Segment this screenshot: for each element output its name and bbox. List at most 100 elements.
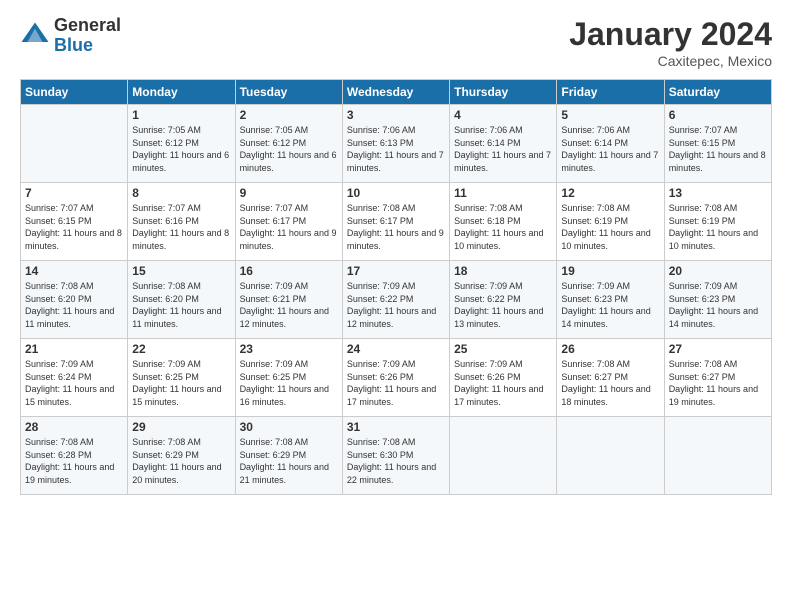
day-number: 28 bbox=[25, 420, 123, 434]
calendar-cell: 2 Sunrise: 7:05 AMSunset: 6:12 PMDaylight… bbox=[235, 105, 342, 183]
weekday-header-monday: Monday bbox=[128, 80, 235, 105]
day-number: 24 bbox=[347, 342, 445, 356]
weekday-header-friday: Friday bbox=[557, 80, 664, 105]
day-info: Sunrise: 7:09 AMSunset: 6:22 PMDaylight:… bbox=[454, 280, 552, 330]
day-info: Sunrise: 7:09 AMSunset: 6:24 PMDaylight:… bbox=[25, 358, 123, 408]
day-number: 10 bbox=[347, 186, 445, 200]
calendar-cell: 18 Sunrise: 7:09 AMSunset: 6:22 PMDayligh… bbox=[450, 261, 557, 339]
calendar-cell: 7Sunrise: 7:07 AMSunset: 6:15 PMDaylight… bbox=[21, 183, 128, 261]
day-info: Sunrise: 7:08 AMSunset: 6:19 PMDaylight:… bbox=[561, 202, 659, 252]
calendar-cell: 15 Sunrise: 7:08 AMSunset: 6:20 PMDayligh… bbox=[128, 261, 235, 339]
calendar-cell: 11 Sunrise: 7:08 AMSunset: 6:18 PMDayligh… bbox=[450, 183, 557, 261]
day-info: Sunrise: 7:08 AMSunset: 6:28 PMDaylight:… bbox=[25, 436, 123, 486]
day-number: 12 bbox=[561, 186, 659, 200]
day-number: 20 bbox=[669, 264, 767, 278]
calendar-cell: 25Sunrise: 7:09 AMSunset: 6:26 PMDayligh… bbox=[450, 339, 557, 417]
logo-text: General Blue bbox=[54, 16, 121, 56]
day-info: Sunrise: 7:09 AMSunset: 6:21 PMDaylight:… bbox=[240, 280, 338, 330]
calendar-cell bbox=[450, 417, 557, 495]
day-number: 2 bbox=[240, 108, 338, 122]
day-number: 6 bbox=[669, 108, 767, 122]
day-number: 11 bbox=[454, 186, 552, 200]
calendar-cell bbox=[664, 417, 771, 495]
day-info: Sunrise: 7:08 AMSunset: 6:29 PMDaylight:… bbox=[132, 436, 230, 486]
day-info: Sunrise: 7:07 AMSunset: 6:16 PMDaylight:… bbox=[132, 202, 230, 252]
day-number: 22 bbox=[132, 342, 230, 356]
day-number: 3 bbox=[347, 108, 445, 122]
day-info: Sunrise: 7:05 AMSunset: 6:12 PMDaylight:… bbox=[132, 124, 230, 174]
day-info: Sunrise: 7:08 AMSunset: 6:20 PMDaylight:… bbox=[132, 280, 230, 330]
logo-blue-text: Blue bbox=[54, 36, 121, 56]
day-info: Sunrise: 7:08 AMSunset: 6:29 PMDaylight:… bbox=[240, 436, 338, 486]
day-number: 26 bbox=[561, 342, 659, 356]
day-info: Sunrise: 7:08 AMSunset: 6:27 PMDaylight:… bbox=[561, 358, 659, 408]
day-info: Sunrise: 7:08 AMSunset: 6:17 PMDaylight:… bbox=[347, 202, 445, 252]
week-row-2: 14 Sunrise: 7:08 AMSunset: 6:20 PMDayligh… bbox=[21, 261, 772, 339]
header: General Blue January 2024 Caxitepec, Mex… bbox=[20, 16, 772, 69]
day-number: 13 bbox=[669, 186, 767, 200]
calendar-cell: 3Sunrise: 7:06 AMSunset: 6:13 PMDaylight… bbox=[342, 105, 449, 183]
calendar-cell: 16 Sunrise: 7:09 AMSunset: 6:21 PMDayligh… bbox=[235, 261, 342, 339]
calendar-cell: 20 Sunrise: 7:09 AMSunset: 6:23 PMDayligh… bbox=[664, 261, 771, 339]
weekday-header-wednesday: Wednesday bbox=[342, 80, 449, 105]
calendar-cell bbox=[557, 417, 664, 495]
calendar-cell: 8 Sunrise: 7:07 AMSunset: 6:16 PMDaylight… bbox=[128, 183, 235, 261]
day-number: 21 bbox=[25, 342, 123, 356]
day-number: 23 bbox=[240, 342, 338, 356]
day-info: Sunrise: 7:08 AMSunset: 6:18 PMDaylight:… bbox=[454, 202, 552, 252]
calendar-cell: 31Sunrise: 7:08 AMSunset: 6:30 PMDayligh… bbox=[342, 417, 449, 495]
calendar-cell: 14Sunrise: 7:08 AMSunset: 6:20 PMDayligh… bbox=[21, 261, 128, 339]
calendar-cell: 26 Sunrise: 7:08 AMSunset: 6:27 PMDayligh… bbox=[557, 339, 664, 417]
page: General Blue January 2024 Caxitepec, Mex… bbox=[0, 0, 792, 612]
calendar-cell: 23 Sunrise: 7:09 AMSunset: 6:25 PMDayligh… bbox=[235, 339, 342, 417]
day-number: 17 bbox=[347, 264, 445, 278]
calendar-cell: 24Sunrise: 7:09 AMSunset: 6:26 PMDayligh… bbox=[342, 339, 449, 417]
day-number: 16 bbox=[240, 264, 338, 278]
week-row-1: 7Sunrise: 7:07 AMSunset: 6:15 PMDaylight… bbox=[21, 183, 772, 261]
day-number: 4 bbox=[454, 108, 552, 122]
day-info: Sunrise: 7:06 AMSunset: 6:14 PMDaylight:… bbox=[454, 124, 552, 174]
day-number: 14 bbox=[25, 264, 123, 278]
week-row-4: 28 Sunrise: 7:08 AMSunset: 6:28 PMDayligh… bbox=[21, 417, 772, 495]
day-number: 29 bbox=[132, 420, 230, 434]
day-number: 30 bbox=[240, 420, 338, 434]
weekday-header-tuesday: Tuesday bbox=[235, 80, 342, 105]
day-number: 8 bbox=[132, 186, 230, 200]
calendar-cell: 21 Sunrise: 7:09 AMSunset: 6:24 PMDayligh… bbox=[21, 339, 128, 417]
day-number: 9 bbox=[240, 186, 338, 200]
calendar-cell: 17 Sunrise: 7:09 AMSunset: 6:22 PMDayligh… bbox=[342, 261, 449, 339]
logo: General Blue bbox=[20, 16, 121, 56]
weekday-header-thursday: Thursday bbox=[450, 80, 557, 105]
day-number: 5 bbox=[561, 108, 659, 122]
calendar-cell: 6Sunrise: 7:07 AMSunset: 6:15 PMDaylight… bbox=[664, 105, 771, 183]
day-number: 31 bbox=[347, 420, 445, 434]
day-info: Sunrise: 7:07 AMSunset: 6:17 PMDaylight:… bbox=[240, 202, 338, 252]
day-number: 15 bbox=[132, 264, 230, 278]
day-number: 19 bbox=[561, 264, 659, 278]
week-row-0: 1 Sunrise: 7:05 AMSunset: 6:12 PMDaylight… bbox=[21, 105, 772, 183]
calendar-cell: 5Sunrise: 7:06 AMSunset: 6:14 PMDaylight… bbox=[557, 105, 664, 183]
day-number: 1 bbox=[132, 108, 230, 122]
calendar-cell: 19 Sunrise: 7:09 AMSunset: 6:23 PMDayligh… bbox=[557, 261, 664, 339]
day-info: Sunrise: 7:09 AMSunset: 6:23 PMDaylight:… bbox=[561, 280, 659, 330]
calendar-cell: 12 Sunrise: 7:08 AMSunset: 6:19 PMDayligh… bbox=[557, 183, 664, 261]
logo-general-text: General bbox=[54, 16, 121, 36]
title-block: January 2024 Caxitepec, Mexico bbox=[569, 16, 772, 69]
calendar-table: SundayMondayTuesdayWednesdayThursdayFrid… bbox=[20, 79, 772, 495]
day-info: Sunrise: 7:09 AMSunset: 6:26 PMDaylight:… bbox=[454, 358, 552, 408]
calendar-cell: 9 Sunrise: 7:07 AMSunset: 6:17 PMDaylight… bbox=[235, 183, 342, 261]
weekday-header-saturday: Saturday bbox=[664, 80, 771, 105]
day-info: Sunrise: 7:09 AMSunset: 6:25 PMDaylight:… bbox=[240, 358, 338, 408]
calendar-cell: 13Sunrise: 7:08 AMSunset: 6:19 PMDayligh… bbox=[664, 183, 771, 261]
day-info: Sunrise: 7:05 AMSunset: 6:12 PMDaylight:… bbox=[240, 124, 338, 174]
weekday-header-sunday: Sunday bbox=[21, 80, 128, 105]
location: Caxitepec, Mexico bbox=[569, 53, 772, 69]
calendar-cell: 1 Sunrise: 7:05 AMSunset: 6:12 PMDaylight… bbox=[128, 105, 235, 183]
calendar-cell: 28 Sunrise: 7:08 AMSunset: 6:28 PMDayligh… bbox=[21, 417, 128, 495]
day-info: Sunrise: 7:09 AMSunset: 6:22 PMDaylight:… bbox=[347, 280, 445, 330]
calendar-cell: 29 Sunrise: 7:08 AMSunset: 6:29 PMDayligh… bbox=[128, 417, 235, 495]
day-number: 18 bbox=[454, 264, 552, 278]
day-info: Sunrise: 7:09 AMSunset: 6:23 PMDaylight:… bbox=[669, 280, 767, 330]
day-number: 27 bbox=[669, 342, 767, 356]
day-number: 7 bbox=[25, 186, 123, 200]
